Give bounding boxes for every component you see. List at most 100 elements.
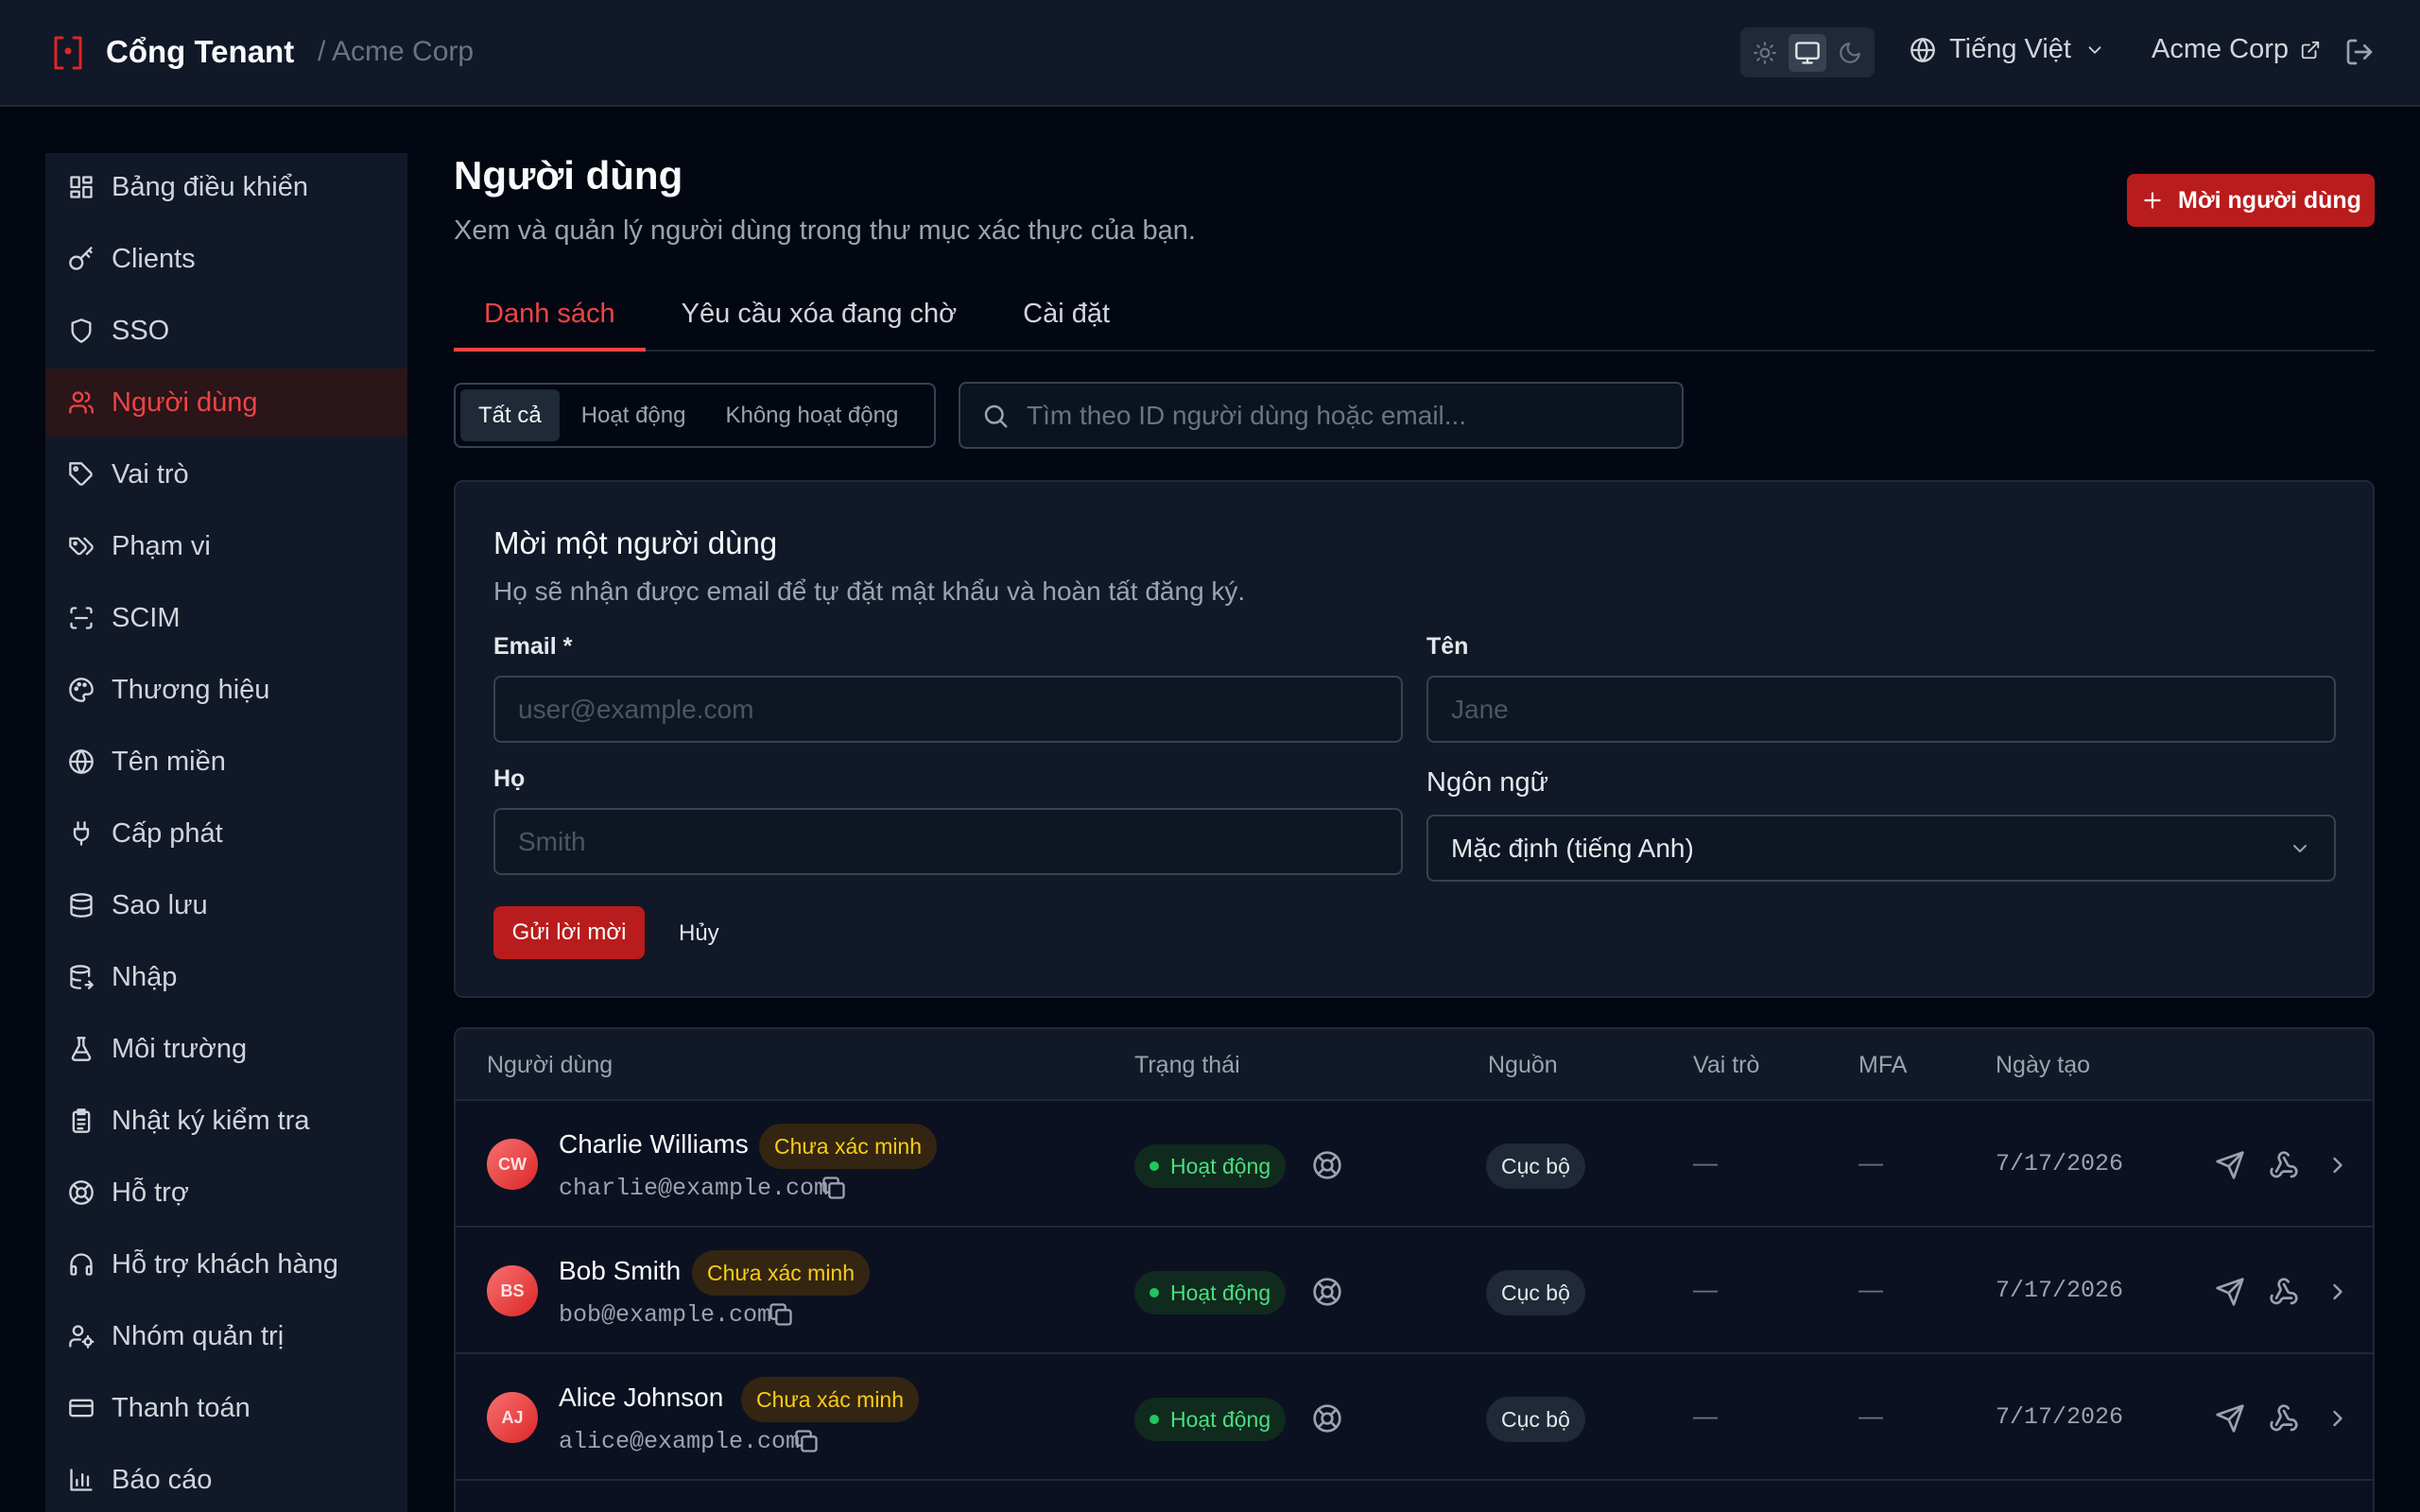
roles-value: — [1693, 1148, 1718, 1177]
light-theme-button[interactable] [1746, 34, 1783, 72]
sidebar-item-branding[interactable]: Thương hiệu [45, 656, 407, 724]
sidebar-item-audit-log[interactable]: Nhật ký kiểm tra [45, 1087, 407, 1155]
table-row[interactable]: AJ Alice Johnson Chưa xác minh alice@exa… [456, 1354, 2373, 1481]
database-icon [70, 893, 93, 918]
table-row[interactable]: CW Charlie Williams Chưa xác minh charli… [456, 1101, 2373, 1228]
created-date: 7/17/2026 [1996, 1150, 2124, 1177]
sidebar-item-provisioning[interactable]: Cấp phát [45, 799, 407, 868]
column-header-created[interactable]: Ngày tạo [1996, 1052, 2090, 1079]
created-date: 7/17/2026 [1996, 1403, 2124, 1431]
sidebar-item-reports[interactable]: Báo cáo [45, 1446, 407, 1512]
sidebar-item-support[interactable]: Hỗ trợ [45, 1159, 407, 1227]
credit-card-icon [69, 1399, 94, 1418]
theme-toggle[interactable] [1740, 27, 1875, 77]
filter-active[interactable]: Hoạt động [563, 389, 704, 441]
chevron-right-icon[interactable] [2325, 1277, 2351, 1307]
column-header-mfa[interactable]: MFA [1858, 1052, 1907, 1079]
last-name-field[interactable] [493, 808, 1403, 875]
search-input[interactable] [1027, 400, 1669, 431]
first-name-field[interactable] [1426, 676, 2336, 743]
user-name[interactable]: Alice Johnson [559, 1383, 723, 1413]
user-name[interactable]: Charlie Williams [559, 1129, 749, 1160]
filter-all[interactable]: Tất cả [460, 389, 560, 441]
column-header-status[interactable]: Trạng thái [1134, 1052, 1240, 1079]
lifebuoy-icon[interactable] [1312, 1150, 1342, 1180]
sidebar-item-roles[interactable]: Vai trò [45, 440, 407, 508]
sidebar-item-label: Người dùng [112, 387, 258, 418]
first-name-label: Tên [1426, 633, 1469, 660]
copy-icon[interactable] [793, 1428, 820, 1454]
send-icon[interactable] [2215, 1277, 2245, 1307]
invite-user-button[interactable]: Mời người dùng [2127, 174, 2375, 227]
chevron-right-icon[interactable] [2325, 1403, 2351, 1434]
sidebar-item-import[interactable]: Nhập [45, 943, 407, 1011]
send-icon[interactable] [2215, 1150, 2245, 1180]
sidebar-item-domains[interactable]: Tên miền [45, 728, 407, 796]
tab-list[interactable]: Danh sách [454, 284, 646, 352]
unverified-badge: Chưa xác minh [692, 1250, 871, 1296]
system-theme-button[interactable] [1789, 33, 1826, 72]
tenant-link[interactable]: Acme Corp [2152, 34, 2321, 65]
filter-inactive[interactable]: Không hoạt động [707, 389, 916, 441]
sidebar-item-customer-support[interactable]: Hỗ trợ khách hàng [45, 1230, 407, 1298]
sidebar-item-label: Môi trường [112, 1033, 248, 1064]
webhook-icon[interactable] [2269, 1277, 2299, 1307]
source-badge: Cục bộ [1486, 1270, 1585, 1315]
sidebar-item-environments[interactable]: Môi trường [45, 1015, 407, 1083]
status-label: Hoạt động [1170, 1153, 1271, 1178]
sidebar-item-dashboard[interactable]: Bảng điều khiển [45, 153, 407, 221]
tag-icon [69, 462, 93, 486]
monitor-icon [1795, 41, 1820, 64]
sidebar-item-label: Clients [112, 243, 196, 274]
users-icon [69, 391, 94, 414]
user-name[interactable]: Bob Smith [559, 1256, 681, 1286]
column-header-source[interactable]: Nguồn [1488, 1052, 1558, 1079]
user-email: alice@example.com [559, 1428, 801, 1455]
logout-button[interactable] [2344, 37, 2375, 67]
invite-user-button-label: Mời người dùng [2178, 186, 2361, 214]
sidebar-item-label: Vai trò [112, 458, 189, 490]
sun-icon [1753, 41, 1776, 64]
plus-icon [2144, 192, 2161, 209]
copy-icon[interactable] [821, 1175, 847, 1201]
language-label: Tiếng Việt [1949, 34, 2071, 64]
send-icon[interactable] [2215, 1403, 2245, 1434]
column-header-user[interactable]: Người dùng [487, 1052, 613, 1079]
send-invite-button[interactable]: Gửi lời mời [493, 906, 645, 959]
invite-card-subtitle: Họ sẽ nhận được email để tự đặt mật khẩu… [493, 576, 1246, 606]
email-field[interactable] [493, 676, 1403, 743]
sidebar-item-users[interactable]: Người dùng [45, 369, 407, 437]
clipboard-icon [72, 1108, 91, 1133]
status-dot [1150, 1161, 1159, 1171]
language-selector[interactable]: Tiếng Việt [1910, 34, 2105, 65]
lifebuoy-icon[interactable] [1312, 1403, 1342, 1434]
chevron-right-icon[interactable] [2325, 1150, 2351, 1180]
table-row[interactable]: BS Bob Smith Chưa xác minh bob@example.c… [456, 1228, 2373, 1354]
mfa-value: — [1858, 1148, 1883, 1177]
tab-settings[interactable]: Cài đặt [993, 284, 1140, 352]
language-select[interactable]: Mặc định (tiếng Anh) [1426, 815, 2336, 882]
cancel-button[interactable]: Hủy [679, 920, 719, 947]
column-header-roles[interactable]: Vai trò [1693, 1052, 1759, 1079]
sidebar-item-billing[interactable]: Thanh toán [45, 1374, 407, 1442]
sidebar-item-label: SSO [112, 315, 170, 346]
chevron-down-icon [2293, 844, 2307, 852]
brand-name[interactable]: Cổng Tenant [106, 34, 294, 70]
tags-icon [69, 537, 94, 556]
sidebar-item-sso[interactable]: SSO [45, 297, 407, 365]
sidebar-item-clients[interactable]: Clients [45, 225, 407, 293]
tab-pending-deletion[interactable]: Yêu cầu xóa đang chờ [651, 284, 988, 352]
sidebar-item-admin-group[interactable]: Nhóm quản trị [45, 1302, 407, 1370]
webhook-icon[interactable] [2269, 1150, 2299, 1180]
sidebar-item-backup[interactable]: Sao lưu [45, 871, 407, 939]
logout-icon [2346, 39, 2373, 65]
dark-theme-button[interactable] [1832, 34, 1869, 72]
sidebar-item-scim[interactable]: SCIM [45, 584, 407, 652]
copy-icon[interactable] [768, 1301, 794, 1328]
language-select-value: Mặc định (tiếng Anh) [1451, 833, 1694, 863]
palette-icon [69, 678, 94, 702]
sidebar-item-scopes[interactable]: Phạm vi [45, 512, 407, 580]
sidebar-item-label: Thanh toán [112, 1392, 251, 1423]
lifebuoy-icon[interactable] [1312, 1277, 1342, 1307]
webhook-icon[interactable] [2269, 1403, 2299, 1434]
